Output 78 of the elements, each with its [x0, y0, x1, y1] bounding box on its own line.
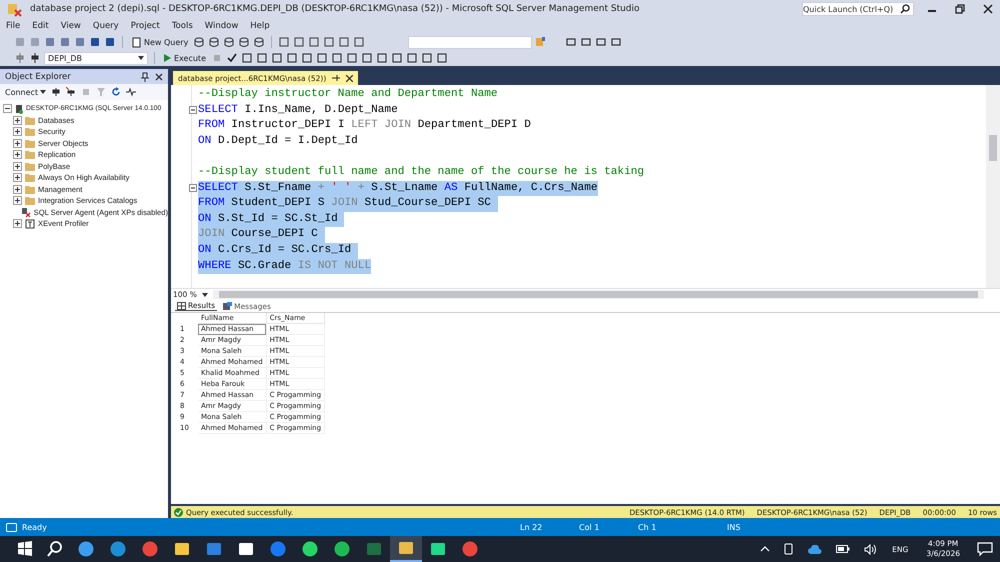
- database-dropdown[interactable]: DEPI_DB: [44, 52, 148, 64]
- refresh-icon[interactable]: [111, 87, 122, 97]
- close-icon[interactable]: [155, 72, 163, 80]
- expand-icon[interactable]: [13, 138, 22, 148]
- caret-icon: [202, 292, 208, 296]
- expand-icon[interactable]: [13, 150, 22, 160]
- menu-item[interactable]: Window: [204, 21, 238, 31]
- play-icon: [163, 53, 172, 63]
- chevron-up-icon[interactable]: [760, 546, 770, 552]
- menu-item[interactable]: Project: [130, 21, 160, 31]
- caret-icon: [138, 56, 144, 60]
- search-icon[interactable]: [47, 541, 63, 557]
- code-line: --Display instructor Name and Department Name: [198, 87, 498, 102]
- notification-icon[interactable]: [977, 542, 993, 556]
- menu-item[interactable]: Tools: [172, 21, 193, 31]
- vertical-scrollbar[interactable]: [986, 85, 1000, 288]
- collapse-icon[interactable]: [189, 106, 197, 114]
- expand-icon[interactable]: [13, 173, 22, 182]
- app-logo-icon: [6, 1, 22, 17]
- expand-icon[interactable]: [13, 162, 22, 171]
- close-icon[interactable]: [346, 74, 354, 82]
- menu-item[interactable]: File: [6, 21, 20, 31]
- expand-icon[interactable]: [13, 219, 22, 228]
- status-text: Ln 22: [520, 522, 544, 532]
- execute-button[interactable]: Execute: [161, 51, 208, 65]
- plug-icon[interactable]: [29, 52, 41, 64]
- database-query-icon[interactable]: [253, 36, 266, 48]
- document-icon: [131, 36, 142, 48]
- caret-icon: [40, 90, 46, 94]
- database-query-icon[interactable]: [223, 36, 236, 48]
- window-title: database project 2 (depi).sql - DESKTOP-6RC1KMG.DEPI_DB (DESKTOP-6RC1KMG\nasa (52)) - Microsoft SQL Server Management Studio: [30, 4, 640, 14]
- pin-icon[interactable]: [141, 72, 149, 82]
- disconnect-icon[interactable]: [66, 87, 76, 97]
- success-icon: [174, 508, 183, 516]
- windows-start-icon[interactable]: [17, 541, 33, 557]
- status-text: Ready: [22, 522, 48, 532]
- panel-title: Object Explorer: [5, 72, 72, 82]
- database-query-icon[interactable]: [208, 36, 220, 48]
- speaker-icon[interactable]: [864, 544, 878, 554]
- menu-item[interactable]: Query: [92, 21, 119, 31]
- quick-launch-field[interactable]: Quick Launch (Ctrl+Q): [802, 2, 914, 16]
- collapse-icon[interactable]: [3, 104, 12, 114]
- horizontal-scrollbar[interactable]: [213, 290, 984, 299]
- expand-icon[interactable]: [13, 116, 22, 125]
- code-line: SELECT I.Ins_Name, D.Dept_Name: [198, 102, 398, 118]
- expand-icon[interactable]: [13, 127, 22, 136]
- code-line: --Display student full name and the name of the course he is taking: [198, 164, 644, 180]
- agent-icon: [20, 207, 31, 218]
- status-text: Col 1: [579, 522, 600, 532]
- status-text: INS: [727, 522, 740, 532]
- plug-icon[interactable]: [51, 87, 62, 97]
- profiler-icon: [25, 218, 35, 229]
- message-icon: [223, 302, 232, 310]
- menu-item[interactable]: Edit: [32, 21, 49, 31]
- close-icon[interactable]: [983, 4, 993, 14]
- new-query-button[interactable]: New Query: [129, 35, 190, 49]
- database-query-icon[interactable]: [238, 36, 250, 48]
- code-line: ON D.Dept_Id = I.Dept_Id: [198, 134, 358, 149]
- menu-item[interactable]: Help: [250, 21, 270, 31]
- connect-button[interactable]: Connect: [5, 88, 46, 96]
- pin-icon[interactable]: [332, 74, 340, 82]
- database-query-icon[interactable]: [193, 36, 206, 48]
- expand-icon[interactable]: [13, 184, 22, 194]
- status-text: Ch 1: [638, 522, 658, 532]
- code-line: FROM Instructor_DEPI I LEFT JOIN Department_DEPI D: [198, 118, 531, 134]
- search-combo-field[interactable]: [408, 36, 532, 48]
- restore-icon[interactable]: [955, 4, 965, 14]
- server-icon: [14, 104, 24, 114]
- check-icon[interactable]: [226, 52, 238, 64]
- battery-icon[interactable]: [836, 545, 850, 553]
- code-editor[interactable]: [171, 85, 1000, 288]
- device-icon[interactable]: [784, 543, 794, 555]
- menu-item[interactable]: View: [60, 21, 81, 31]
- cloud-icon[interactable]: [808, 544, 822, 554]
- search-icon: [900, 4, 910, 14]
- expand-icon[interactable]: [13, 196, 22, 206]
- collapse-icon[interactable]: [189, 184, 197, 192]
- activity-icon[interactable]: [126, 87, 136, 97]
